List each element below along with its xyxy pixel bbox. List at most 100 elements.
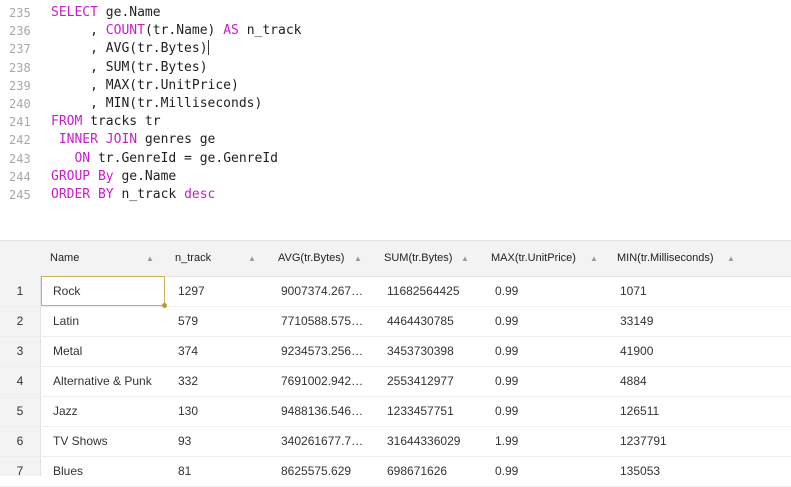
code-text: , SUM(tr.Bytes)	[51, 59, 208, 77]
code-text: , MIN(tr.Milliseconds)	[51, 95, 262, 113]
line-number: 236	[9, 24, 31, 39]
table-row[interactable]: 2 Latin 579 7710588.575… 4464430785 0.99 33149	[0, 306, 791, 337]
row-number: 1	[16, 284, 24, 298]
table-cell[interactable]: 698671626	[387, 456, 487, 486]
table-cell[interactable]: 4884	[620, 366, 785, 396]
table-cell[interactable]: 0.99	[495, 306, 615, 336]
table-cell[interactable]: 0.99	[495, 456, 615, 486]
row-number: 3	[16, 344, 24, 358]
sort-triangle-icon[interactable]: ▲	[590, 241, 598, 276]
table-row[interactable]: 7 Blues 81 8625575.629 698671626 0.99 135053	[0, 456, 791, 487]
line-number: 237	[9, 42, 31, 57]
column-header[interactable]: SUM(tr.Bytes)	[384, 241, 452, 276]
table-cell[interactable]: 93	[178, 426, 276, 456]
column-header[interactable]: MIN(tr.Milliseconds)	[617, 241, 714, 276]
table-row[interactable]: 3 Metal 374 9234573.256… 3453730398 0.99 41900	[0, 336, 791, 367]
table-cell[interactable]: 579	[178, 306, 276, 336]
sql-token: ,	[51, 23, 106, 39]
table-cell[interactable]: 1071	[620, 276, 785, 306]
row-number: 4	[16, 374, 24, 388]
code-text: , COUNT(tr.Name) AS n_track	[51, 22, 301, 40]
table-cell[interactable]: 374	[178, 336, 276, 366]
code-text: ON tr.GenreId = ge.GenreId	[51, 150, 278, 168]
sort-triangle-icon[interactable]: ▲	[146, 241, 154, 276]
table-cell[interactable]: 0.99	[495, 396, 615, 426]
sort-triangle-icon[interactable]: ▲	[248, 241, 256, 276]
row-number: 2	[16, 314, 24, 328]
table-cell[interactable]: 41900	[620, 336, 785, 366]
table-cell[interactable]: 81	[178, 456, 276, 486]
table-cell[interactable]: Alternative & Punk	[53, 366, 163, 396]
sql-token: n_track	[113, 187, 185, 202]
table-cell[interactable]: 1.99	[495, 426, 615, 456]
table-cell[interactable]: TV Shows	[53, 426, 163, 456]
line-number: 241	[9, 115, 31, 130]
table-cell[interactable]: 33149	[620, 306, 785, 336]
code-text: , MAX(tr.UnitPrice)	[51, 77, 239, 95]
sql-keyword: COUNT	[105, 23, 145, 39]
table-cell[interactable]: Latin	[53, 306, 163, 336]
table-cell[interactable]: 8625575.629	[281, 456, 381, 486]
table-cell[interactable]: 9488136.546…	[281, 396, 381, 426]
sql-keyword: SELECT	[51, 5, 98, 20]
code-text: ORDER BY n_track desc	[51, 186, 215, 204]
table-cell[interactable]: 9007374.267…	[281, 276, 381, 306]
fill-handle[interactable]	[162, 303, 167, 308]
sort-triangle-icon[interactable]: ▲	[354, 241, 362, 276]
row-number: 7	[16, 464, 24, 478]
table-cell[interactable]: 1297	[178, 276, 276, 306]
table-cell[interactable]: 11682564425	[387, 276, 487, 306]
sql-keyword: INNER JOIN	[58, 132, 138, 148]
sort-triangle-icon[interactable]: ▲	[727, 241, 735, 276]
table-cell[interactable]: 1233457751	[387, 396, 487, 426]
table-row[interactable]: 5 Jazz 130 9488136.546… 1233457751 0.99 126511	[0, 396, 791, 427]
table-cell[interactable]: 1237791	[620, 426, 785, 456]
table-row[interactable]: 6 TV Shows 93 340261677.7… 31644336029 1.99 12…	[0, 426, 791, 457]
table-cell[interactable]: 3453730398	[387, 336, 487, 366]
table-cell[interactable]: 7710588.575…	[281, 306, 381, 336]
table-cell[interactable]: 2553412977	[387, 366, 487, 396]
table-cell[interactable]: 7691002.942…	[281, 366, 381, 396]
table-cell[interactable]: 31644336029	[387, 426, 487, 456]
sql-token: , MAX(tr.UnitPrice)	[51, 77, 239, 93]
table-cell[interactable]: 126511	[620, 396, 785, 426]
sql-token: tracks tr	[82, 114, 161, 130]
sql-token: , SUM(tr.Bytes)	[51, 59, 208, 75]
column-header[interactable]: MAX(tr.UnitPrice)	[491, 241, 576, 276]
column-header[interactable]: Name	[50, 241, 79, 276]
sql-token: (tr.Name)	[144, 23, 224, 39]
results-header: Name ▲ n_track ▲ AVG(tr.Bytes) ▲ SUM(tr.Bytes)…	[0, 241, 791, 277]
table-cell[interactable]: Metal	[53, 336, 163, 366]
table-row[interactable]: 4 Alternative & Punk 332 7691002.942… 255341…	[0, 366, 791, 397]
table-cell[interactable]: 0.99	[495, 336, 615, 366]
sql-keyword: desc	[184, 187, 216, 202]
table-cell[interactable]: 340261677.7…	[281, 426, 381, 456]
sql-token: ge.Name	[113, 168, 177, 184]
selected-cell-outline	[41, 276, 165, 306]
sql-keyword: ORDER BY	[51, 187, 114, 202]
line-number: 242	[9, 133, 31, 148]
sql-token: genres ge	[137, 132, 216, 148]
sort-triangle-icon[interactable]: ▲	[461, 241, 469, 276]
table-cell[interactable]: 4464430785	[387, 306, 487, 336]
table-cell[interactable]: 332	[178, 366, 276, 396]
table-cell[interactable]: Blues	[53, 456, 163, 486]
sql-token: ge.Name	[97, 5, 161, 20]
table-cell[interactable]: 0.99	[495, 366, 615, 396]
code-text: INNER JOIN genres ge	[51, 131, 216, 149]
table-cell[interactable]: 9234573.256…	[281, 336, 381, 366]
line-number: 245	[9, 188, 31, 202]
column-header[interactable]: AVG(tr.Bytes)	[278, 241, 344, 276]
sql-keyword: FROM	[51, 114, 83, 130]
line-number: 244	[9, 169, 31, 184]
table-cell[interactable]: 0.99	[495, 276, 615, 306]
sql-token: tr.GenreId = ge.GenreId	[90, 150, 278, 166]
code-text: GROUP By ge.Name	[51, 168, 176, 186]
column-header[interactable]: n_track	[175, 241, 211, 276]
sql-editor[interactable]: 235 SELECT ge.Name 236 , COUNT(tr.Name) AS…	[0, 0, 791, 228]
table-cell[interactable]: 130	[178, 396, 276, 426]
table-cell[interactable]: Jazz	[53, 396, 163, 426]
table-cell[interactable]: 135053	[620, 456, 785, 486]
row-number: 5	[16, 404, 24, 418]
